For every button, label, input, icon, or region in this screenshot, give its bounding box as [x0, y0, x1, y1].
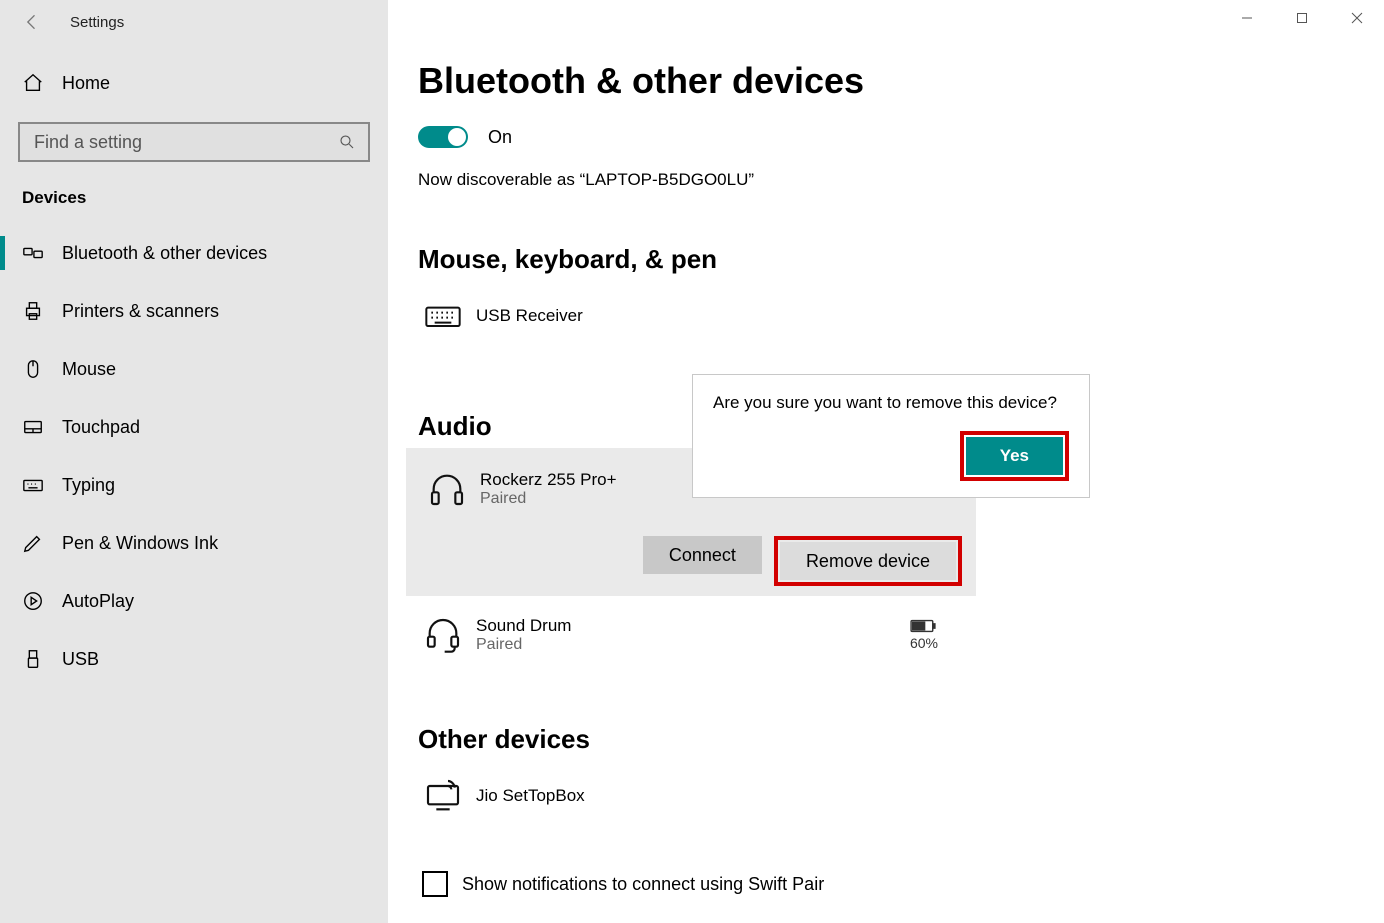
discoverable-text: Now discoverable as “LAPTOP-B5DGO0LU”	[418, 170, 966, 190]
back-icon[interactable]	[22, 12, 42, 32]
battery-percent: 60%	[910, 635, 938, 651]
sidebar-item-label: Typing	[62, 475, 115, 496]
section-title-other: Other devices	[418, 724, 966, 755]
settopbox-icon	[422, 775, 464, 817]
device-name: Jio SetTopBox	[476, 786, 966, 806]
highlight-box: Yes	[960, 431, 1069, 481]
sidebar-item-usb[interactable]: USB	[0, 630, 388, 688]
toggle-state-label: On	[488, 127, 512, 148]
sidebar: Settings Home Devices Bluetooth & other …	[0, 0, 388, 923]
sidebar-item-label: Mouse	[62, 359, 116, 380]
device-row[interactable]: USB Receiver	[418, 281, 966, 351]
search-input-field[interactable]	[32, 131, 338, 154]
swift-pair-checkbox[interactable]	[422, 871, 448, 897]
headphones-icon	[426, 468, 468, 510]
confirm-remove-popup: Are you sure you want to remove this dev…	[692, 374, 1090, 498]
category-header: Devices	[0, 162, 388, 214]
search-input[interactable]	[18, 122, 370, 162]
device-name: Sound Drum	[476, 616, 910, 636]
search-icon	[338, 133, 356, 151]
confirm-yes-button[interactable]: Yes	[966, 437, 1063, 475]
highlight-box: Remove device	[774, 536, 962, 586]
section-title-mouse: Mouse, keyboard, & pen	[418, 244, 966, 275]
mouse-icon	[22, 358, 44, 380]
bluetooth-devices-icon	[22, 242, 44, 264]
autoplay-icon	[22, 590, 44, 612]
page-title: Bluetooth & other devices	[418, 60, 1354, 102]
sidebar-item-label: AutoPlay	[62, 591, 134, 612]
home-icon	[22, 72, 44, 94]
sidebar-item-pen[interactable]: Pen & Windows Ink	[0, 514, 388, 572]
swift-pair-checkbox-row[interactable]: Show notifications to connect using Swif…	[422, 871, 966, 897]
sidebar-item-label: Touchpad	[62, 417, 140, 438]
keyboard-device-icon	[422, 295, 464, 337]
touchpad-icon	[22, 416, 44, 438]
device-name: USB Receiver	[476, 306, 966, 326]
sidebar-item-autoplay[interactable]: AutoPlay	[0, 572, 388, 630]
sidebar-item-typing[interactable]: Typing	[0, 456, 388, 514]
pen-icon	[22, 532, 44, 554]
home-label: Home	[62, 73, 110, 94]
device-row[interactable]: Jio SetTopBox	[418, 761, 966, 831]
home-button[interactable]: Home	[0, 60, 388, 106]
popup-text: Are you sure you want to remove this dev…	[713, 393, 1069, 413]
device-row[interactable]: Sound Drum Paired 60%	[418, 596, 966, 670]
app-title: Settings	[70, 14, 124, 31]
keyboard-icon	[22, 474, 44, 496]
device-battery: 60%	[910, 619, 938, 651]
sidebar-item-bluetooth[interactable]: Bluetooth & other devices	[0, 224, 388, 282]
sidebar-item-label: Pen & Windows Ink	[62, 533, 218, 554]
printer-icon	[22, 300, 44, 322]
battery-icon	[910, 619, 938, 633]
usb-icon	[22, 648, 44, 670]
sidebar-item-printers[interactable]: Printers & scanners	[0, 282, 388, 340]
sidebar-item-label: Printers & scanners	[62, 301, 219, 322]
main-panel: Bluetooth & other devices On Now discove…	[388, 0, 1384, 923]
bluetooth-toggle[interactable]	[418, 126, 468, 148]
sidebar-item-mouse[interactable]: Mouse	[0, 340, 388, 398]
connect-button[interactable]: Connect	[643, 536, 762, 574]
titlebar: Settings	[0, 0, 388, 44]
headset-icon	[422, 614, 464, 656]
sidebar-item-label: USB	[62, 649, 99, 670]
swift-pair-label: Show notifications to connect using Swif…	[462, 874, 824, 895]
sidebar-item-touchpad[interactable]: Touchpad	[0, 398, 388, 456]
sidebar-item-label: Bluetooth & other devices	[62, 243, 267, 264]
device-status: Paired	[476, 636, 910, 654]
remove-device-button[interactable]: Remove device	[780, 542, 956, 580]
